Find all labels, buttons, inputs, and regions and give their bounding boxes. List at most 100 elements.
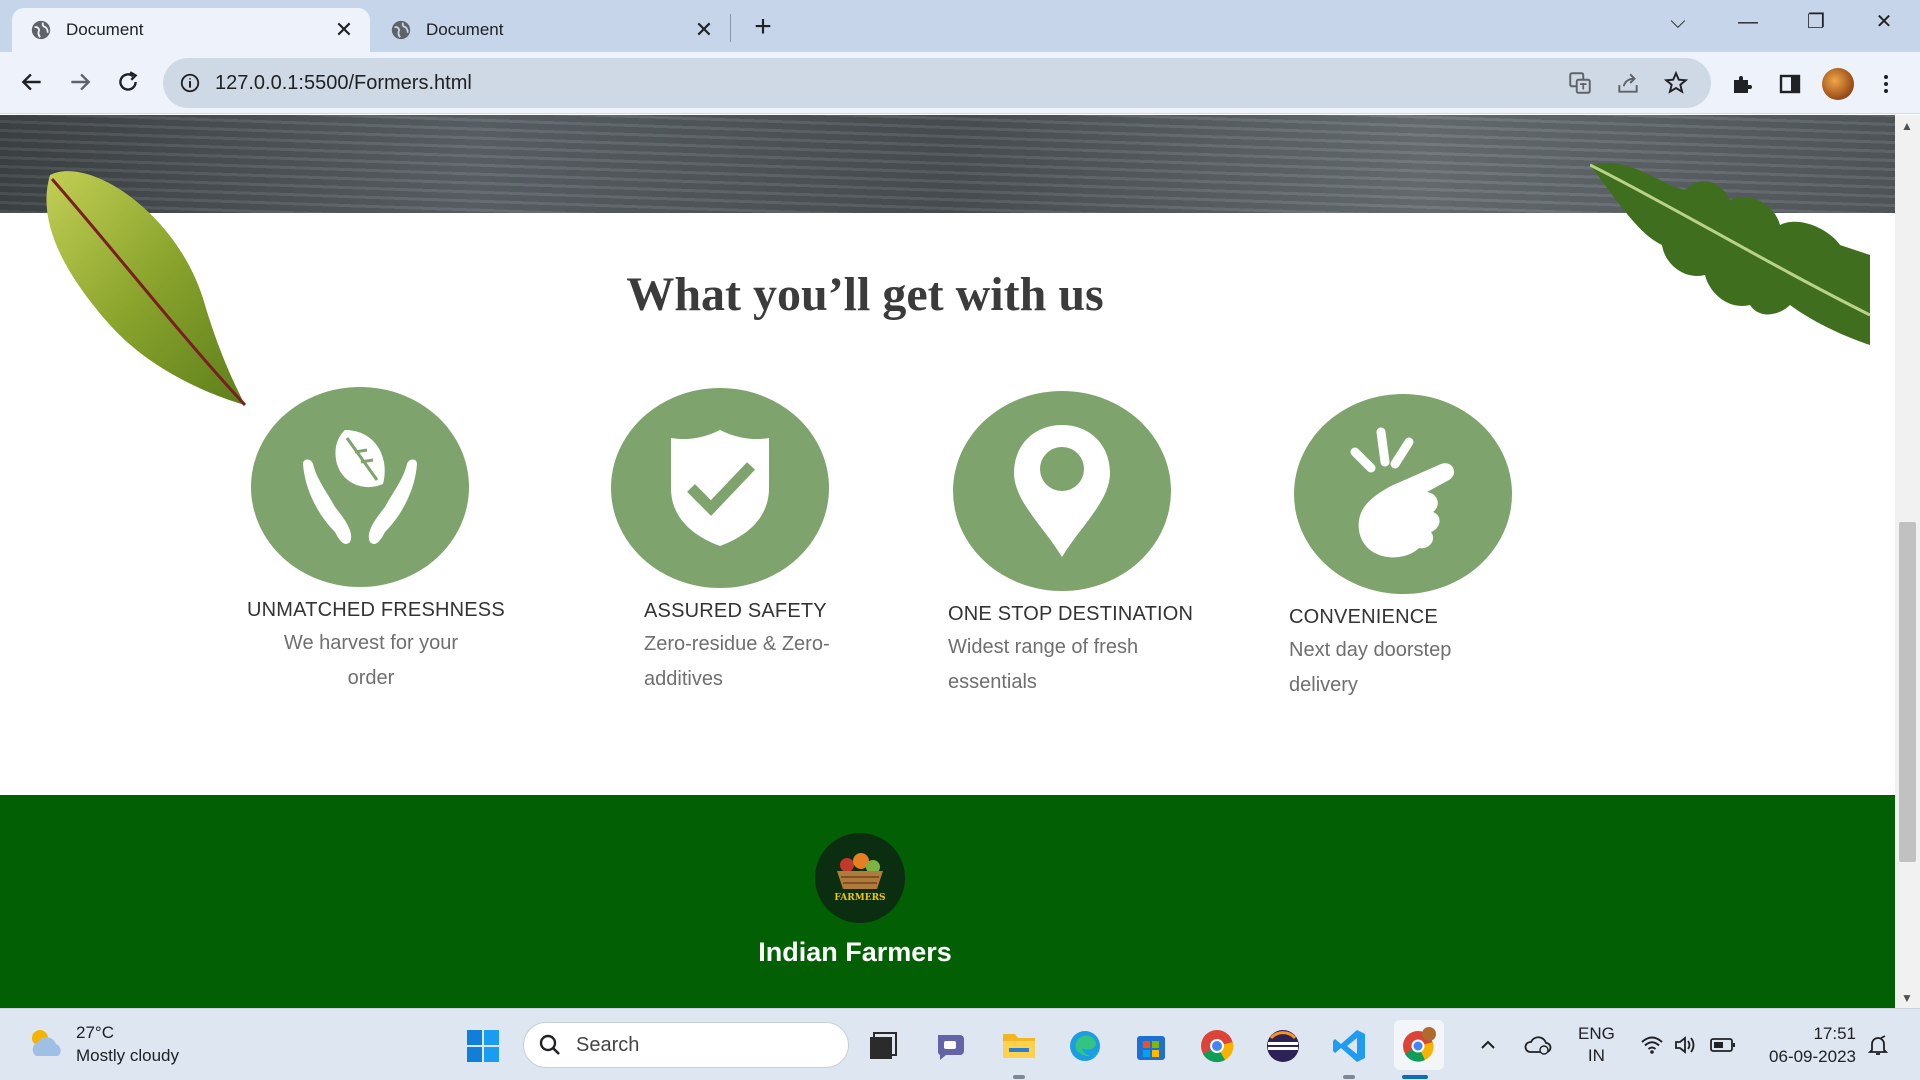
reload-icon xyxy=(119,71,138,91)
feature-safety: ASSURED SAFETY Zero-residue & Zero- addi… xyxy=(611,388,891,697)
edge-browser-button[interactable] xyxy=(1064,1025,1106,1067)
feature-description-line: delivery xyxy=(1289,674,1358,696)
tap-hand-icon xyxy=(1350,427,1455,558)
footer-brand-name: Indian Farmers xyxy=(758,937,952,967)
close-tab-icon[interactable]: ✕ xyxy=(332,17,356,43)
feature-description-line: order xyxy=(347,667,395,689)
chrome-profile-button[interactable] xyxy=(1394,1020,1444,1070)
vscode-button[interactable] xyxy=(1328,1025,1370,1067)
task-view-button[interactable] xyxy=(862,1025,904,1067)
share-icon[interactable] xyxy=(1615,70,1641,96)
wifi-icon xyxy=(1641,1036,1663,1054)
clock-time: 17:51 xyxy=(1813,1024,1856,1043)
side-panel-button[interactable] xyxy=(1772,66,1808,102)
tab-search-chevron-icon[interactable]: ⌵ xyxy=(1658,6,1698,38)
notifications-button[interactable] xyxy=(1866,1009,1890,1080)
chrome-button[interactable] xyxy=(1196,1025,1238,1067)
feature-description: We harvest for your order xyxy=(247,626,495,696)
feature-icon-circle xyxy=(611,388,829,588)
weather-description: Mostly cloudy xyxy=(76,1046,179,1065)
avatar xyxy=(1822,68,1854,100)
profile-button[interactable] xyxy=(1820,66,1856,102)
bookmark-star-icon[interactable] xyxy=(1663,70,1689,96)
restore-icon[interactable]: ❐ xyxy=(1796,6,1836,38)
volume-icon xyxy=(1675,1036,1695,1054)
logo-text: FARMERS xyxy=(834,893,885,903)
shield-check-icon xyxy=(671,430,769,546)
show-hidden-icons-button[interactable] xyxy=(1478,1009,1498,1080)
running-indicator xyxy=(1013,1075,1025,1079)
chat-icon xyxy=(937,1035,964,1060)
tab-separator xyxy=(730,14,731,42)
onedrive-button[interactable] xyxy=(1524,1009,1552,1080)
scrollbar-thumb[interactable] xyxy=(1899,522,1916,862)
cloudy-weather-icon xyxy=(32,1030,61,1056)
url-text[interactable]: 127.0.0.1:5500/Formers.html xyxy=(215,72,1567,95)
feature-description-line: We harvest for your xyxy=(283,632,459,654)
clock[interactable]: 17:51 06-09-2023 xyxy=(1760,1009,1856,1080)
feature-one-stop: ONE STOP DESTINATION Widest range of fre… xyxy=(948,391,1233,700)
feature-title: CONVENIENCE xyxy=(1289,606,1438,628)
menu-button[interactable] xyxy=(1868,66,1904,102)
weather-temperature: 27°C xyxy=(76,1023,114,1042)
taskbar-search[interactable]: Search xyxy=(523,1022,849,1068)
extensions-button[interactable] xyxy=(1724,66,1760,102)
tab-title: Document xyxy=(66,20,144,39)
scroll-down-icon[interactable]: ▼ xyxy=(1901,991,1913,1005)
feature-description-line: Zero-residue & Zero- xyxy=(644,633,830,655)
globe-icon xyxy=(391,20,411,40)
new-tab-button[interactable]: + xyxy=(748,10,778,44)
teams-chat-button[interactable] xyxy=(930,1025,972,1067)
running-indicator xyxy=(1343,1075,1355,1079)
feature-icon-circle xyxy=(1294,394,1512,594)
tab-document-2[interactable]: Document ✕ xyxy=(372,8,730,52)
close-tab-icon[interactable]: ✕ xyxy=(692,17,716,43)
side-panel-icon xyxy=(1779,74,1801,94)
page-scrollbar[interactable]: ▲ ▼ xyxy=(1895,115,1920,1008)
store-icon xyxy=(1137,1036,1165,1060)
reload-button[interactable] xyxy=(108,62,148,102)
tab-document-1[interactable]: Document ✕ xyxy=(12,8,370,52)
back-arrow-icon xyxy=(21,73,41,91)
feature-title: UNMATCHED FRESHNESS xyxy=(247,599,505,621)
site-info-icon[interactable] xyxy=(179,72,201,94)
puzzle-icon xyxy=(1734,76,1752,93)
chrome-profile-icon xyxy=(1403,1027,1436,1062)
region-code: IN xyxy=(1587,1046,1605,1065)
cloud-sync-icon xyxy=(1524,1036,1552,1055)
vscode-icon xyxy=(1333,1030,1365,1062)
feature-icon-circle xyxy=(251,387,469,587)
minimize-icon[interactable]: — xyxy=(1728,6,1768,38)
notification-bell-icon xyxy=(1867,1035,1889,1055)
section-title: What you’ll get with us xyxy=(626,268,1104,321)
close-window-icon[interactable]: ✕ xyxy=(1864,6,1904,38)
language-indicator[interactable]: ENG IN xyxy=(1578,1009,1615,1080)
back-button[interactable] xyxy=(12,62,52,102)
feature-description-line: additives xyxy=(644,668,723,690)
chevron-up-icon xyxy=(1481,1040,1495,1049)
feature-description: Widest range of fresh essentials xyxy=(948,630,1233,700)
windows-taskbar: 27°C Mostly cloudy Search ENG IN 17:51 0… xyxy=(0,1008,1920,1080)
feature-description-line: Widest range of fresh xyxy=(948,636,1139,658)
weather-widget[interactable]: 27°C Mostly cloudy xyxy=(26,1021,179,1067)
file-explorer-button[interactable] xyxy=(998,1025,1040,1067)
eclipse-button[interactable] xyxy=(1262,1025,1304,1067)
edge-icon xyxy=(1070,1031,1100,1061)
hands-leaf-icon xyxy=(303,430,417,544)
forward-arrow-icon xyxy=(71,73,91,91)
farmers-market-logo[interactable]: FARMERS xyxy=(815,833,905,923)
location-pin-icon xyxy=(1014,425,1110,557)
feature-title: ASSURED SAFETY xyxy=(644,600,827,622)
feature-freshness: UNMATCHED FRESHNESS We harvest for your … xyxy=(247,387,527,696)
network-volume-battery-button[interactable] xyxy=(1640,1009,1736,1080)
scroll-up-icon[interactable]: ▲ xyxy=(1901,119,1913,133)
forward-button[interactable] xyxy=(60,62,100,102)
site-footer: FARMERS Indian Farmers xyxy=(0,795,1895,1008)
eclipse-icon xyxy=(1267,1030,1299,1062)
address-bar[interactable]: 127.0.0.1:5500/Formers.html xyxy=(163,58,1711,108)
start-button[interactable] xyxy=(462,1025,504,1067)
store-button[interactable] xyxy=(1130,1025,1172,1067)
feature-description-line: Next day doorstep xyxy=(1289,639,1452,661)
translate-icon[interactable] xyxy=(1567,70,1593,96)
clock-date: 06-09-2023 xyxy=(1769,1047,1856,1066)
